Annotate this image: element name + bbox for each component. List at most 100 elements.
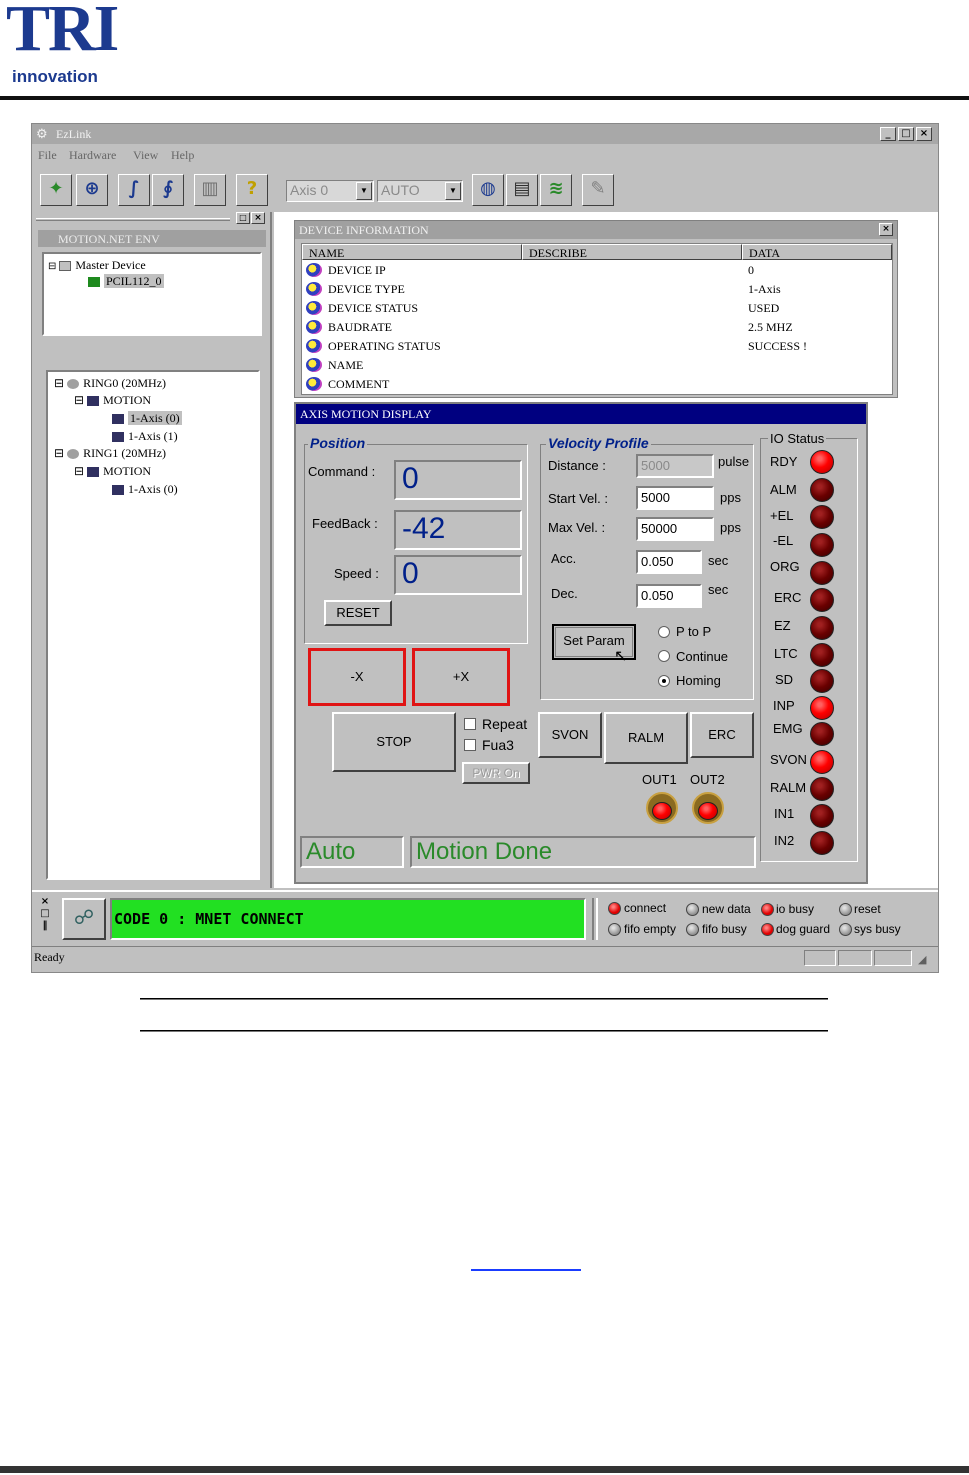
table-row[interactable]: OPERATING STATUS SUCCESS ! (302, 337, 892, 356)
tree-node-ring0[interactable]: ⊟ RING0 (20MHz) (54, 376, 166, 391)
menu-hardware[interactable]: Hardware (69, 148, 116, 163)
fua3-checkbox[interactable] (464, 739, 476, 751)
info-icon (306, 320, 322, 334)
radio-continue[interactable] (658, 650, 670, 662)
radio-homing[interactable] (658, 675, 670, 687)
indicator-led (761, 923, 774, 936)
io-led-erc (810, 588, 834, 612)
column-header-describe[interactable]: DESCRIBE (522, 244, 742, 260)
table-row[interactable]: BAUDRATE 2.5 MHZ (302, 318, 892, 337)
jog-plus-button[interactable]: +X (412, 648, 510, 706)
erc-button[interactable]: ERC (690, 712, 754, 758)
dec-input[interactable]: 0.050 (636, 584, 702, 608)
menu-view[interactable]: View (133, 148, 158, 163)
axis-select-value: Axis 0 (290, 182, 329, 198)
row-name: DEVICE TYPE (328, 282, 405, 296)
resize-grip-icon[interactable]: ◢ (918, 953, 926, 966)
jog-minus-button[interactable]: -X (308, 648, 406, 706)
pane-restore-icon[interactable]: □ (236, 212, 250, 224)
computer-icon (59, 261, 72, 272)
link-icon[interactable]: ∫ (118, 174, 150, 206)
table-row[interactable]: NAME (302, 356, 892, 375)
io-led-svon (810, 750, 834, 774)
minimize-icon[interactable]: _ (880, 127, 896, 141)
distance-input[interactable]: 5000 (636, 454, 714, 478)
tree-node-ring1[interactable]: ⊟ RING1 (20MHz) (54, 446, 166, 461)
search-icon[interactable]: ⊕ (76, 174, 108, 206)
stop-button[interactable]: STOP (332, 712, 456, 772)
repeat-checkbox[interactable] (464, 718, 476, 730)
menu-help[interactable]: Help (171, 148, 194, 163)
ralm-button[interactable]: RALM (604, 712, 688, 764)
close-icon[interactable]: × (879, 223, 893, 236)
close-icon[interactable]: × (916, 127, 932, 141)
pwr-on-button[interactable]: PWR On (462, 762, 530, 784)
out1-toggle[interactable] (646, 792, 678, 824)
tree-node-master[interactable]: ⊟ Master Device (48, 258, 146, 273)
ring-icon (67, 379, 80, 390)
io-led-org (810, 561, 834, 585)
splitter[interactable] (592, 898, 598, 940)
help-icon[interactable]: ? (236, 174, 268, 206)
tool-icon[interactable]: ✎ (582, 174, 614, 206)
wave-icon[interactable]: ≋ (540, 174, 572, 206)
feedback-value: -42 (394, 510, 522, 550)
save-icon[interactable]: ▤ (506, 174, 538, 206)
motor-icon[interactable]: ◍ (472, 174, 504, 206)
radio-p-to-p[interactable] (658, 626, 670, 638)
link2-icon[interactable]: ∮ (152, 174, 184, 206)
collapse-icon[interactable]: ⊟ (48, 261, 56, 272)
tree-node-axis[interactable]: 1-Axis (0) (112, 482, 178, 497)
fua3-label: Fua3 (482, 737, 514, 753)
tree-label: MOTION (103, 393, 152, 407)
axis-select[interactable]: Axis 0 ▼ (286, 180, 374, 202)
tree-node-axis[interactable]: 1-Axis (0) (112, 411, 182, 426)
speed-label: Speed : (334, 566, 379, 581)
network-icon[interactable]: ☍ (62, 898, 106, 940)
io-label: RALM (770, 780, 807, 795)
mode-select[interactable]: AUTO ▼ (377, 180, 463, 202)
indicator-label: dog guard (776, 922, 831, 936)
logo-text: TRI (6, 0, 119, 65)
io-led-in1 (810, 804, 834, 828)
table-row[interactable]: DEVICE TYPE 1-Axis (302, 280, 892, 299)
wand-icon[interactable]: ✦ (40, 174, 72, 206)
repeat-label: Repeat (482, 716, 528, 732)
menu-file[interactable]: File (38, 148, 57, 163)
io-label: -EL (773, 533, 794, 548)
acc-input[interactable]: 0.050 (636, 550, 702, 574)
svon-button[interactable]: SVON (538, 712, 602, 758)
chevron-down-icon[interactable]: ▼ (356, 182, 372, 200)
distance-unit: pulse (718, 454, 750, 469)
table-row[interactable]: DEVICE IP 0 (302, 261, 892, 280)
column-header-name[interactable]: NAME (302, 244, 522, 260)
command-value: 0 (394, 460, 522, 500)
chevron-down-icon[interactable]: ▼ (445, 182, 461, 200)
link-underline[interactable] (471, 1269, 581, 1271)
start-vel-input[interactable]: 5000 (636, 486, 714, 510)
reset-button[interactable]: RESET (324, 600, 392, 626)
position-title: Position (308, 435, 368, 451)
tree-node-axis[interactable]: 1-Axis (1) (112, 429, 178, 444)
tree-node-motion[interactable]: ⊟ MOTION (74, 393, 151, 408)
chart-icon[interactable]: ▥ (194, 174, 226, 206)
column-header-data[interactable]: DATA (742, 244, 892, 260)
tree-label: Master Device (75, 258, 146, 272)
indicator-label: new data (702, 902, 751, 916)
dock-controls-icon[interactable]: × □ ‖ (38, 896, 52, 938)
maximize-icon[interactable]: □ (898, 127, 914, 141)
tree-node-card[interactable]: PCIL112_0 (88, 274, 164, 289)
pane-close-icon[interactable]: × (251, 212, 265, 224)
io-label: SD (775, 672, 794, 687)
device-info-header: DEVICE INFORMATION (295, 221, 897, 239)
table-row[interactable]: DEVICE STATUS USED (302, 299, 892, 318)
max-vel-input[interactable]: 50000 (636, 517, 714, 541)
tree-node-motion[interactable]: ⊟ MOTION (74, 464, 151, 479)
ring-tree: ⊟ RING0 (20MHz) ⊟ MOTION 1-Axis (0) 1-Ax… (46, 370, 260, 880)
row-name: NAME (328, 358, 364, 372)
table-row[interactable]: COMMENT (302, 375, 892, 394)
toolbar: ✦ ⊕ ∫ ∮ ▥ ? Axis 0 ▼ AUTO ▼ ◍ ▤ ≋ ✎ (32, 168, 938, 210)
row-name: DEVICE STATUS (328, 301, 419, 315)
out2-toggle[interactable] (692, 792, 724, 824)
io-label: ERC (774, 590, 802, 605)
